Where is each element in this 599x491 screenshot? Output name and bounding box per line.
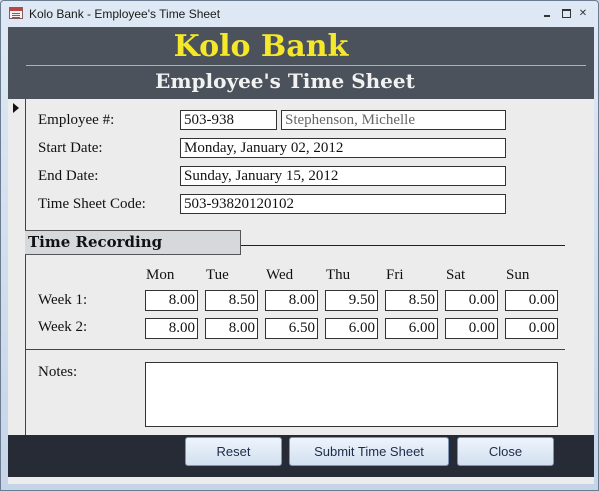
window-title: Kolo Bank - Employee's Time Sheet <box>29 7 221 21</box>
day-label-tue: Tue <box>206 267 229 283</box>
day-label-mon: Mon <box>146 267 175 283</box>
time-recording-header: Time Recording <box>25 230 241 255</box>
week-2-sun-hours[interactable]: 0.00 <box>505 318 558 339</box>
form-title: Employee's Time Sheet <box>155 69 415 93</box>
day-label-fri: Fri <box>386 267 404 283</box>
time-sheet-code-label: Time Sheet Code: <box>38 196 146 212</box>
day-label-thu: Thu <box>326 267 351 283</box>
week-1-sun-hours[interactable]: 0.00 <box>505 290 558 311</box>
current-record-arrow-icon <box>13 103 19 113</box>
week-2-sat-hours[interactable]: 0.00 <box>445 318 498 339</box>
week-2-mon-hours[interactable]: 8.00 <box>145 318 198 339</box>
header-divider <box>26 65 586 66</box>
notes-label: Notes: <box>38 364 78 380</box>
week-1-fri-hours[interactable]: 8.50 <box>385 290 438 311</box>
employee-number-label: Employee #: <box>38 112 115 128</box>
week-1-label: Week 1: <box>38 292 88 308</box>
end-date-label: End Date: <box>38 168 99 184</box>
day-label-wed: Wed <box>266 267 294 283</box>
close-button[interactable]: Close <box>457 437 554 466</box>
form-icon <box>9 7 23 19</box>
form-footer: Reset Submit Time Sheet Close <box>8 435 594 477</box>
minimize-icon[interactable] <box>541 8 553 19</box>
form-header: Kolo Bank Employee's Time Sheet <box>8 27 594 99</box>
notes-divider <box>25 349 565 350</box>
record-selector[interactable] <box>8 99 26 435</box>
week-2-tue-hours[interactable]: 8.00 <box>205 318 258 339</box>
week-2-fri-hours[interactable]: 6.00 <box>385 318 438 339</box>
time-recording-label: Time Recording <box>28 233 163 251</box>
day-label-sun: Sun <box>506 267 530 283</box>
app-window: Kolo Bank - Employee's Time Sheet ✕ Kolo… <box>0 0 599 491</box>
week-1-tue-hours[interactable]: 8.50 <box>205 290 258 311</box>
section-divider <box>241 245 565 246</box>
week-1-sat-hours[interactable]: 0.00 <box>445 290 498 311</box>
restore-icon[interactable] <box>560 8 572 19</box>
week-2-wed-hours[interactable]: 6.50 <box>265 318 318 339</box>
reset-button[interactable]: Reset <box>185 437 282 466</box>
time-sheet-code-field[interactable]: 503-93820120102 <box>180 194 506 214</box>
submit-time-sheet-button[interactable]: Submit Time Sheet <box>289 437 449 466</box>
title-bar: Kolo Bank - Employee's Time Sheet ✕ <box>1 1 598 27</box>
start-date-field[interactable]: Monday, January 02, 2012 <box>180 138 506 158</box>
week-1-wed-hours[interactable]: 8.00 <box>265 290 318 311</box>
notes-textarea[interactable] <box>145 362 558 427</box>
start-date-label: Start Date: <box>38 140 103 156</box>
employee-number-field[interactable]: 503-938 <box>180 110 277 130</box>
bank-name: Kolo Bank <box>173 29 349 64</box>
employee-name-field[interactable]: Stephenson, Michelle <box>281 110 506 130</box>
day-label-sat: Sat <box>446 267 466 283</box>
week-1-thu-hours[interactable]: 9.50 <box>325 290 378 311</box>
week-1-mon-hours[interactable]: 8.00 <box>145 290 198 311</box>
form-body: Kolo Bank Employee's Time Sheet Employee… <box>8 27 594 484</box>
week-2-label: Week 2: <box>38 319 88 335</box>
close-window-icon[interactable]: ✕ <box>577 8 589 19</box>
week-2-thu-hours[interactable]: 6.00 <box>325 318 378 339</box>
end-date-field[interactable]: Sunday, January 15, 2012 <box>180 166 506 186</box>
